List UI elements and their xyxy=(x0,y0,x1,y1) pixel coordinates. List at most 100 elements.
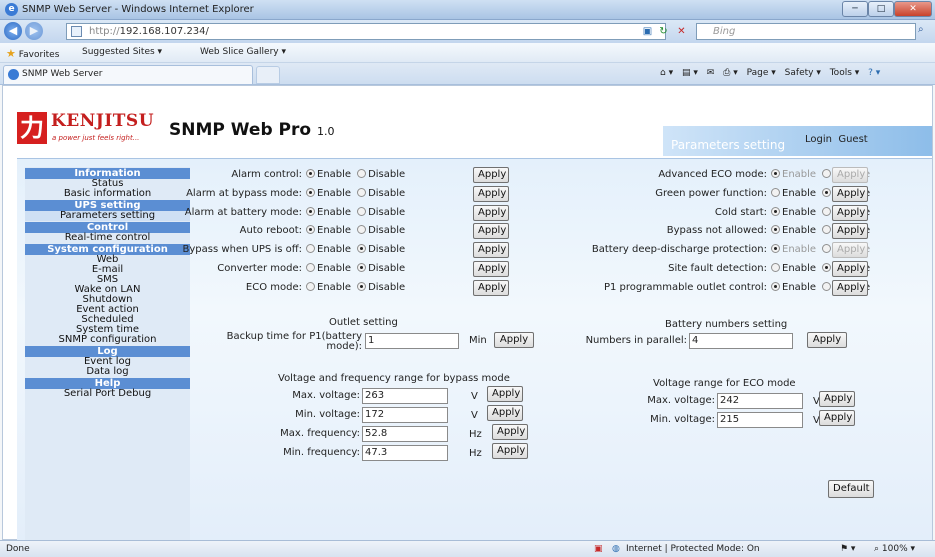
apply-button[interactable]: Apply xyxy=(832,279,868,296)
new-tab-button[interactable] xyxy=(256,66,280,84)
zoom-level[interactable]: ⌕ 100% ▾ xyxy=(874,541,915,557)
protected-mode-icon[interactable]: ⚑ ▾ xyxy=(840,541,855,557)
status-text: Done xyxy=(6,544,30,554)
disable-label: Disable xyxy=(368,225,406,237)
eco-apply-button[interactable]: Apply xyxy=(819,410,855,426)
disable-radio[interactable] xyxy=(357,187,367,197)
safety-menu[interactable]: Safety ▾ xyxy=(785,68,821,78)
apply-button[interactable]: Apply xyxy=(832,185,868,202)
disable-radio[interactable] xyxy=(357,169,367,178)
param-label: Cold start: xyxy=(714,206,767,218)
suggested-label: Suggested Sites ▾ xyxy=(82,47,163,57)
suggested-sites-link[interactable]: Suggested Sites ▾ xyxy=(82,47,162,57)
enable-radio[interactable] xyxy=(306,187,315,197)
disable-label: Disable xyxy=(368,263,406,274)
sidebar-item-data-log[interactable]: Data log xyxy=(25,367,190,377)
battery-apply-button[interactable]: Apply xyxy=(807,332,847,348)
login-link[interactable]: Login xyxy=(805,134,832,145)
param-radios: Enable Disable xyxy=(306,205,405,221)
enable-radio[interactable] xyxy=(306,244,315,254)
maximize-button[interactable]: □ xyxy=(868,1,894,17)
close-button[interactable]: ✕ xyxy=(894,1,932,17)
disable-radio[interactable] xyxy=(357,263,367,272)
login-user: Guest xyxy=(838,134,868,145)
favorites-button[interactable]: ★ Favorites xyxy=(6,47,59,60)
enable-radio[interactable] xyxy=(306,225,315,235)
disable-radio[interactable] xyxy=(357,281,367,291)
disable-radio[interactable] xyxy=(822,263,832,272)
param-radios: Enable Disable xyxy=(306,223,405,239)
compat-icon[interactable]: ▣ xyxy=(640,24,655,39)
disable-radio[interactable] xyxy=(822,225,832,235)
param-label: Alarm at bypass mode: xyxy=(186,187,302,199)
bypass-field-input[interactable]: 172 xyxy=(362,407,448,423)
eco-apply-button[interactable]: Apply xyxy=(819,391,855,407)
tab-snmp-web-server[interactable]: SNMP Web Server xyxy=(3,65,253,84)
param-label: Auto reboot: xyxy=(239,225,302,237)
enable-radio[interactable] xyxy=(306,169,315,178)
sidebar-item-serial-port-debug[interactable]: Serial Port Debug xyxy=(25,389,190,399)
apply-button[interactable]: Apply xyxy=(832,223,868,240)
enable-radio[interactable] xyxy=(771,263,780,272)
enable-radio[interactable] xyxy=(306,281,315,291)
enable-radio[interactable] xyxy=(771,281,780,291)
sidebar-item-snmp-configuration[interactable]: SNMP configuration xyxy=(25,335,190,345)
enable-label: Enable xyxy=(782,263,817,274)
eco-field-input[interactable]: 215 xyxy=(717,412,803,428)
page-menu[interactable]: Page ▾ xyxy=(747,68,776,78)
enable-radio[interactable] xyxy=(771,206,780,216)
bypass-field-label: Min. frequency: xyxy=(283,447,360,458)
kenjitsu-logo: 力 KENJITSU a power just feels right... xyxy=(17,111,157,148)
disable-radio[interactable] xyxy=(357,244,367,254)
ie-icon: e xyxy=(5,3,18,16)
help-icon[interactable]: ? ▾ xyxy=(868,68,880,78)
favorites-bar: ★ Favorites Suggested Sites ▾ Web Slice … xyxy=(0,43,935,63)
search-icon[interactable]: ⌕ xyxy=(918,24,924,35)
bypass-field-unit: V xyxy=(471,391,478,402)
enable-radio[interactable] xyxy=(771,187,780,197)
page-icon xyxy=(71,26,82,37)
home-icon[interactable]: ⌂ ▾ xyxy=(660,68,673,78)
tools-menu[interactable]: Tools ▾ xyxy=(830,68,860,78)
bypass-apply-button[interactable]: Apply xyxy=(487,405,523,421)
url-host: 192.168.107.234/ xyxy=(119,26,209,37)
enable-radio[interactable] xyxy=(306,263,315,272)
forward-icon[interactable]: ▶ xyxy=(25,22,43,40)
outlet-backup-input[interactable]: 1 xyxy=(365,333,459,349)
default-button[interactable]: Default xyxy=(828,480,874,498)
back-icon[interactable]: ◀ xyxy=(4,22,22,40)
mail-icon[interactable]: ✉ xyxy=(707,68,715,78)
bypass-apply-button[interactable]: Apply xyxy=(492,443,528,459)
ie-tab-icon xyxy=(8,69,19,80)
disable-radio[interactable] xyxy=(357,225,367,235)
refresh-icon[interactable]: ↻ xyxy=(656,24,671,39)
enable-label: Enable xyxy=(317,225,352,237)
print-icon[interactable]: ⎙ ▾ xyxy=(723,68,738,78)
param-radios: Enable Disable xyxy=(306,242,405,258)
feeds-icon[interactable]: ▤ ▾ xyxy=(682,68,698,78)
enable-radio[interactable] xyxy=(306,206,315,216)
bypass-field-input[interactable]: 47.3 xyxy=(362,445,448,461)
address-bar: ◀ ▶ http://192.168.107.234/ ▣ ↻ ✕ Bing ⌕ xyxy=(0,20,935,43)
security-zone[interactable]: Internet | Protected Mode: On xyxy=(626,541,760,557)
star-icon: ★ xyxy=(6,47,16,60)
bypass-field-input[interactable]: 263 xyxy=(362,388,448,404)
enable-radio[interactable] xyxy=(771,225,780,235)
web-slice-gallery-link[interactable]: Web Slice Gallery ▾ xyxy=(200,47,286,57)
url-input[interactable]: http://192.168.107.234/ xyxy=(66,23,666,40)
eco-field-input[interactable]: 242 xyxy=(717,393,803,409)
search-input[interactable]: Bing xyxy=(696,23,916,40)
bypass-field-input[interactable]: 52.8 xyxy=(362,426,448,442)
apply-button[interactable]: Apply xyxy=(832,261,868,277)
disable-radio[interactable] xyxy=(822,206,832,216)
bypass-apply-button[interactable]: Apply xyxy=(487,386,523,402)
minimize-button[interactable]: ─ xyxy=(842,1,868,17)
disable-radio[interactable] xyxy=(822,281,832,291)
disable-radio[interactable] xyxy=(357,206,367,216)
bypass-apply-button[interactable]: Apply xyxy=(492,424,528,440)
apply-button[interactable]: Apply xyxy=(832,204,868,221)
battery-parallel-input[interactable]: 4 xyxy=(689,333,793,349)
disable-radio[interactable] xyxy=(822,187,832,197)
stop-icon[interactable]: ✕ xyxy=(674,24,689,39)
search-placeholder: Bing xyxy=(713,26,736,37)
